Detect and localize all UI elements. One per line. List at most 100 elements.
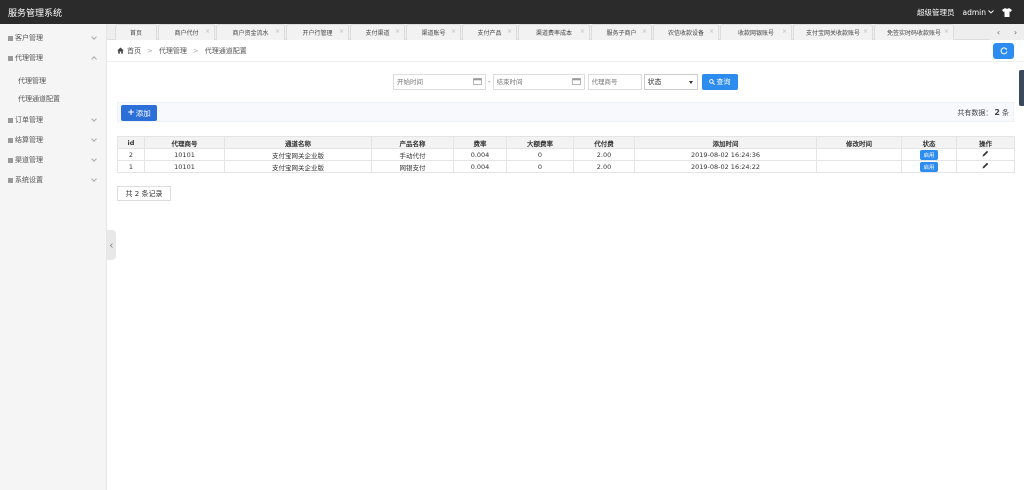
close-icon[interactable]: × <box>944 28 949 35</box>
cell-agent: 10101 <box>144 160 225 173</box>
column-header: 修改时间 <box>816 136 902 149</box>
sidebar-item-order[interactable]: 订单管理 <box>0 110 106 130</box>
cell-actions <box>956 148 1015 161</box>
tab-bank-account[interactable]: 收款网银账号 × <box>720 24 792 40</box>
close-icon[interactable]: × <box>339 28 344 35</box>
column-header: 添加时间 <box>634 136 817 149</box>
column-header: id <box>117 136 145 149</box>
cell-modified-time <box>816 160 902 173</box>
calendar-icon[interactable] <box>473 78 482 85</box>
tab-pay-channel[interactable]: 支付渠道 × <box>350 24 405 40</box>
refresh-button[interactable] <box>993 43 1014 59</box>
chevron-down-icon <box>91 136 97 142</box>
sidebar-subitem-agent-channel-config[interactable]: 代理通道配置 <box>0 90 106 108</box>
tab-channel-account[interactable]: 渠道账号 × <box>406 24 461 40</box>
chevron-right-icon[interactable]: › <box>1014 28 1017 37</box>
edit-pencil-icon[interactable] <box>982 162 989 169</box>
menu-icon <box>8 137 13 143</box>
sidebar-item-agent[interactable]: 代理管理 <box>0 48 106 68</box>
status-select-value: 状态 <box>647 78 662 86</box>
tab-label: 支付宝网关收款账号 <box>805 30 860 37</box>
edit-pencil-icon[interactable] <box>982 150 989 157</box>
breadcrumb: 首页 > 代理管理 > 代理通道配置 <box>107 40 1024 62</box>
end-date-wrap <box>492 74 585 90</box>
status-badge[interactable]: 启用 <box>920 149 938 160</box>
tab-nav: ‹ › <box>990 24 1024 40</box>
sidebar-subitem-agent-manage[interactable]: 代理管理 <box>0 72 106 90</box>
home-icon <box>117 47 124 54</box>
column-header: 费率 <box>453 136 507 149</box>
start-date-wrap <box>393 74 486 90</box>
breadcrumb-level1[interactable]: 代理管理 <box>159 46 187 56</box>
column-header: 产品名称 <box>371 136 454 149</box>
sidebar-item-channel[interactable]: 渠道管理 <box>0 150 106 170</box>
cell-big-rate: 0 <box>506 160 574 173</box>
cell-fee: 2.00 <box>573 160 635 173</box>
cell-fee: 2.00 <box>573 148 635 161</box>
tab-label: 收款网银账号 <box>737 30 774 37</box>
cell-actions <box>956 160 1015 173</box>
close-icon[interactable]: × <box>642 28 647 35</box>
cell-modified-time <box>816 148 902 161</box>
sidebar-item-customer[interactable]: 客户管理 <box>0 28 106 48</box>
chevron-down-icon <box>91 156 97 162</box>
tab-channel-rate-cost[interactable]: 渠道费率成本 × <box>518 24 590 40</box>
tab-alipay-gateway-account[interactable]: 支付宝网关收款账号 × <box>793 24 873 40</box>
tab-home[interactable]: 首页 <box>115 24 157 40</box>
menu-icon <box>8 35 13 41</box>
sidebar-collapse-handle[interactable] <box>107 230 116 260</box>
agent-number-input[interactable] <box>587 74 642 90</box>
tab-bar: 首页 商户代付 × 商户资金流水 × 开户行管理 × 支付渠道 × 渠道账号 × 支付产品… <box>107 24 1024 40</box>
breadcrumb-separator: > <box>192 46 199 55</box>
close-icon[interactable]: × <box>782 28 787 35</box>
tab-label: 商户资金流水 <box>232 30 269 37</box>
username: admin <box>962 7 987 17</box>
top-right-area: 超级管理员 admin <box>917 0 1012 24</box>
calendar-icon[interactable] <box>571 78 581 85</box>
status-badge[interactable]: 启用 <box>920 161 938 172</box>
theme-shirt-icon[interactable] <box>1002 7 1012 17</box>
chevron-down-icon <box>988 10 994 14</box>
query-button[interactable]: 查询 <box>701 74 738 90</box>
tab-label: 支付渠道 <box>365 30 390 37</box>
add-button[interactable]: + 添加 <box>121 105 157 121</box>
cell-id: 1 <box>117 160 145 173</box>
tab-rural-device[interactable]: 农信收款设备 × <box>653 24 719 40</box>
tab-sub-merchant[interactable]: 服务子商户 × <box>591 24 652 40</box>
tab-merchant-payout[interactable]: 商户代付 × <box>158 24 215 40</box>
chevron-up-icon <box>91 56 97 62</box>
tab-bank-manage[interactable]: 开户行管理 × <box>286 24 349 40</box>
tab-label: 商户代付 <box>174 30 199 37</box>
sidebar-item-label: 代理管理 <box>15 54 43 62</box>
cell-status: 启用 <box>901 148 957 161</box>
status-select[interactable]: 状态 <box>643 74 698 90</box>
table-header-row: id 代理商号 通道名称 产品名称 费率 大额费率 代付费 添加时间 修改时间 … <box>117 136 1015 149</box>
close-icon[interactable]: × <box>580 28 585 35</box>
tab-merchant-funds[interactable]: 商户资金流水 × <box>216 24 285 40</box>
chevron-left-icon[interactable]: ‹ <box>997 28 1000 37</box>
close-icon[interactable]: × <box>451 28 456 35</box>
close-icon[interactable]: × <box>863 28 868 35</box>
sidebar-item-settlement[interactable]: 结算管理 <box>0 130 106 150</box>
tab-pay-product[interactable]: 支付产品 × <box>462 24 517 40</box>
floating-side-tab[interactable] <box>1019 70 1024 106</box>
query-button-label: 查询 <box>716 78 731 86</box>
tab-realtime-code-account[interactable]: 免签实时码收款账号 × <box>874 24 954 40</box>
cell-channel: 支付宝网关企业版 <box>224 148 372 161</box>
tab-label: 农信收款设备 <box>667 30 704 37</box>
breadcrumb-home[interactable]: 首页 <box>127 46 141 56</box>
close-icon[interactable]: × <box>507 28 512 35</box>
sidebar-item-label: 渠道管理 <box>15 156 43 164</box>
close-icon[interactable]: × <box>709 28 714 35</box>
add-button-label: 添加 <box>135 108 151 118</box>
cell-big-rate: 0 <box>506 148 574 161</box>
sidebar-item-system[interactable]: 系统设置 <box>0 170 106 190</box>
close-icon[interactable]: × <box>275 28 280 35</box>
chevron-down-icon <box>91 176 97 182</box>
close-icon[interactable]: × <box>205 28 210 35</box>
user-menu[interactable]: admin <box>963 8 995 17</box>
cell-id: 2 <box>117 148 145 161</box>
sidebar-item-label: 订单管理 <box>15 116 43 124</box>
close-icon[interactable]: × <box>395 28 400 35</box>
table-toolbar: + 添加 共有数据： 2 条 <box>117 102 1014 122</box>
